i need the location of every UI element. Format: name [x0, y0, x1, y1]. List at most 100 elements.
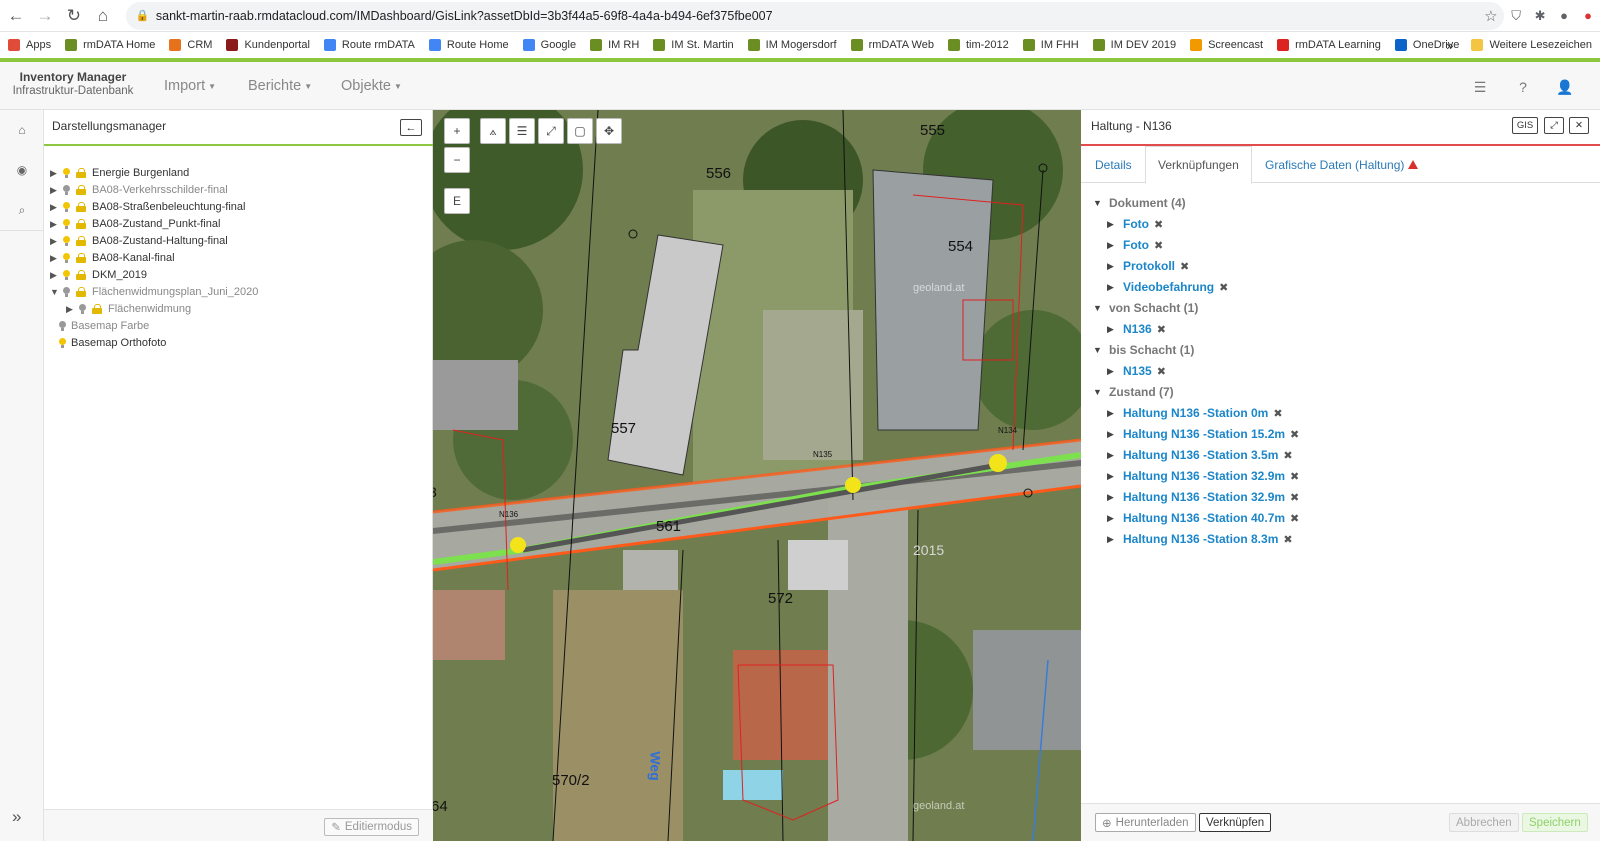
layer-row[interactable]: Basemap Farbe [58, 318, 149, 334]
bookmark-item[interactable]: rmDATA Learning [1277, 39, 1381, 51]
link-item[interactable]: ▶ Haltung N136 -Station 15.2m ✖ [1107, 425, 1299, 443]
remove-link-icon[interactable]: ✖ [1290, 512, 1299, 525]
link-item[interactable]: ▶ Haltung N136 -Station 0m ✖ [1107, 404, 1283, 422]
layer-row[interactable]: ▶ Flächenwidmung [66, 301, 191, 317]
zoom-in-button[interactable]: + [444, 118, 470, 144]
visibility-bulb-icon[interactable] [58, 337, 67, 349]
layer-row[interactable]: ▶ DKM_2019 [50, 267, 147, 283]
link-item-label[interactable]: Haltung N136 -Station 8.3m [1123, 532, 1278, 546]
caret-right-icon[interactable]: ▶ [1107, 282, 1123, 293]
visibility-bulb-icon[interactable] [62, 218, 71, 230]
caret-right-icon[interactable]: ▶ [1107, 513, 1123, 524]
remove-link-icon[interactable]: ✖ [1157, 323, 1166, 336]
caret-right-icon[interactable]: ▶ [1107, 366, 1123, 377]
link-item-label[interactable]: Haltung N136 -Station 0m [1123, 406, 1268, 420]
expand-icon[interactable]: ⤢ [1544, 117, 1564, 134]
menu-berichte[interactable]: Berichte ▼ [248, 62, 312, 110]
caret-right-icon[interactable]: ▶ [1107, 261, 1123, 272]
layer-row[interactable]: ▶ BA08-Kanal-final [50, 250, 175, 266]
remove-link-icon[interactable]: ✖ [1157, 365, 1166, 378]
more-bookmarks[interactable]: » [1446, 38, 1453, 53]
layer-row[interactable]: ▶ BA08-Zustand_Punkt-final [50, 216, 220, 232]
link-item-label[interactable]: N135 [1123, 364, 1152, 378]
caret-right-icon[interactable]: ▶ [1107, 240, 1123, 251]
link-item[interactable]: ▶ Haltung N136 -Station 8.3m ✖ [1107, 530, 1293, 548]
bookmark-item[interactable]: Google [522, 39, 576, 51]
gis-button[interactable]: GIS [1512, 117, 1538, 134]
caret-right-icon[interactable]: ▶ [1107, 429, 1123, 440]
bookmark-item[interactable]: Route Home [428, 39, 509, 51]
e-button[interactable]: E [444, 188, 470, 214]
link-item-label[interactable]: N136 [1123, 322, 1152, 336]
bookmark-item[interactable]: IM FHH [1022, 39, 1079, 51]
bookmark-item[interactable]: tim-2012 [947, 39, 1009, 51]
link-group[interactable]: ▼ Dokument (4) [1093, 194, 1186, 212]
remove-link-icon[interactable]: ✖ [1154, 239, 1163, 252]
link-item[interactable]: ▶ Videobefahrung ✖ [1107, 278, 1228, 296]
other-bookmarks[interactable]: Weitere Lesezeichen [1489, 39, 1592, 51]
link-item[interactable]: ▶ Haltung N136 -Station 32.9m ✖ [1107, 488, 1299, 506]
unlock-icon[interactable] [75, 202, 87, 212]
document-icon[interactable]: ▢ [567, 118, 593, 144]
caret-right-icon[interactable]: ▶ [50, 185, 62, 196]
bookmark-item[interactable]: Apps [8, 39, 51, 51]
caret-right-icon[interactable]: ▶ [1107, 450, 1123, 461]
visibility-bulb-icon[interactable] [62, 184, 71, 196]
visibility-bulb-icon[interactable] [78, 303, 87, 315]
tab-details[interactable]: Details [1083, 146, 1144, 183]
link-item-label[interactable]: Haltung N136 -Station 40.7m [1123, 511, 1285, 525]
unlock-icon[interactable] [91, 304, 103, 314]
remove-link-icon[interactable]: ✖ [1283, 449, 1292, 462]
link-item[interactable]: ▶ Foto ✖ [1107, 215, 1163, 233]
back-icon[interactable]: ← [3, 3, 29, 29]
cancel-button[interactable]: Abbrechen [1449, 813, 1519, 832]
link-item[interactable]: ▶ Foto ✖ [1107, 236, 1163, 254]
visibility-bulb-icon[interactable] [62, 252, 71, 264]
link-item[interactable]: ▶ Haltung N136 -Station 40.7m ✖ [1107, 509, 1299, 527]
home-icon[interactable]: ⌂ [11, 119, 33, 141]
link-item[interactable]: ▶ N135 ✖ [1107, 362, 1166, 380]
map-view[interactable]: 555 556 554 557 561 572 570/2 Weg 64 3 2015 N136 N13… [433, 110, 1081, 841]
list-icon[interactable]: ☰ [509, 118, 535, 144]
remove-link-icon[interactable]: ✖ [1219, 281, 1228, 294]
unlock-icon[interactable] [75, 219, 87, 229]
unlock-icon[interactable] [75, 168, 87, 178]
bookmark-item[interactable]: CRM [169, 39, 212, 51]
hierarchy-icon[interactable]: ⟑ [480, 118, 506, 144]
caret-right-icon[interactable]: ▶ [50, 168, 62, 179]
link-item-label[interactable]: Haltung N136 -Station 32.9m [1123, 490, 1285, 504]
visibility-bulb-icon[interactable] [62, 269, 71, 281]
link-group[interactable]: ▼ Zustand (7) [1093, 383, 1174, 401]
caret-right-icon[interactable]: ▶ [66, 304, 78, 315]
close-icon[interactable]: ✕ [1569, 117, 1589, 134]
caret-right-icon[interactable]: ▶ [50, 219, 62, 230]
caret-right-icon[interactable]: ▶ [1107, 324, 1123, 335]
crosshair-icon[interactable]: ✥ [596, 118, 622, 144]
bookmark-star-icon[interactable]: ☆ [1484, 7, 1504, 25]
visibility-bulb-icon[interactable] [62, 286, 71, 298]
caret-right-icon[interactable]: ▶ [50, 253, 62, 264]
database-icon[interactable]: ☰ [1469, 76, 1491, 98]
tab-grafische-daten[interactable]: Grafische Daten (Haltung) [1253, 146, 1430, 183]
bookmark-item[interactable]: Kundenportal [226, 39, 310, 51]
remove-link-icon[interactable]: ✖ [1180, 260, 1189, 273]
update-icon[interactable]: ● [1576, 4, 1600, 28]
link-item-label[interactable]: Foto [1123, 238, 1149, 252]
caret-right-icon[interactable]: ▶ [50, 270, 62, 281]
brand[interactable]: Inventory Manager Infrastruktur-Datenban… [0, 70, 146, 108]
visibility-bulb-icon[interactable] [58, 320, 67, 332]
collapse-panel-button[interactable]: ← [400, 119, 422, 136]
bookmark-item[interactable]: IM Mogersdorf [747, 39, 837, 51]
menu-import[interactable]: Import ▼ [164, 62, 216, 110]
search-icon[interactable]: ⌕ [11, 199, 33, 221]
layer-row[interactable]: ▶ Energie Burgenland [50, 165, 189, 181]
profile-icon[interactable]: ● [1552, 4, 1576, 28]
bookmark-item[interactable]: rmDATA Web [850, 39, 934, 51]
manhole-label[interactable]: N134 [998, 426, 1017, 435]
url-text[interactable]: sankt-martin-raab.rmdatacloud.com/IMDash… [156, 9, 1484, 23]
remove-link-icon[interactable]: ✖ [1283, 533, 1292, 546]
link-item[interactable]: ▶ Haltung N136 -Station 3.5m ✖ [1107, 446, 1293, 464]
caret-right-icon[interactable]: ▶ [50, 202, 62, 213]
bookmark-item[interactable]: IM DEV 2019 [1092, 39, 1176, 51]
address-bar[interactable]: 🔒 sankt-martin-raab.rmdatacloud.com/IMDa… [125, 1, 1505, 30]
